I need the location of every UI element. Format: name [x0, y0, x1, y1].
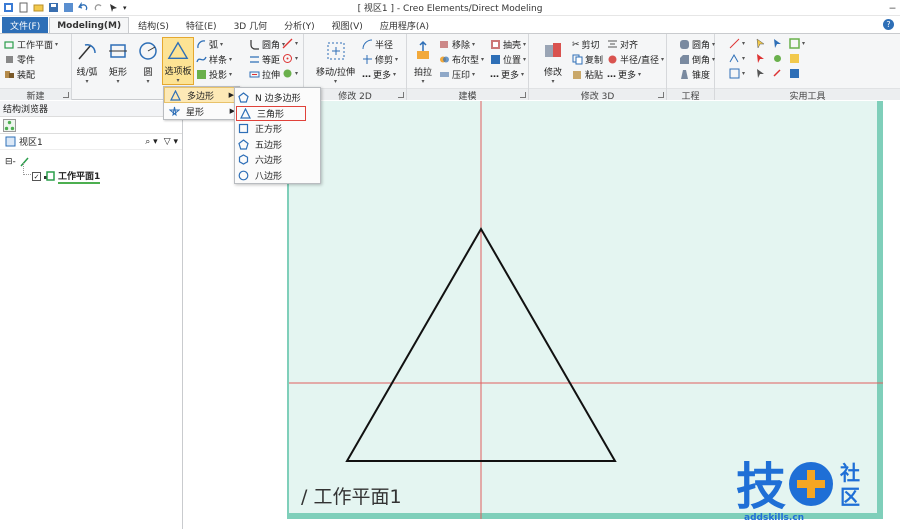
hexagon-icon [238, 154, 249, 165]
watermark-char-she: 社 [839, 461, 860, 485]
watermark-url: addskills.cn [744, 513, 805, 523]
square-icon [238, 124, 249, 134]
menu-item-square[interactable]: 正方形 [235, 121, 320, 137]
triangle-icon [170, 89, 181, 101]
menu-item-triangle[interactable]: 三角形 [236, 105, 306, 121]
option-board-menu: 多边形 ▶ 星形 ▶ [163, 86, 240, 120]
watermark-char-ji: 技 [736, 458, 786, 516]
star-icon [169, 106, 180, 116]
pentagon-icon [238, 92, 249, 103]
drawing-layer [289, 101, 883, 519]
watermark-char-qu: 区 [840, 485, 860, 509]
polygon-submenu: N 边多边形 三角形 正方形 五边形 六边形 八边形 [234, 87, 321, 184]
circle-icon [238, 170, 249, 181]
menu-item-hexagon[interactable]: 六边形 [235, 152, 320, 168]
menu-item-pentagon[interactable]: 五边形 [235, 137, 320, 153]
menu-item-star[interactable]: 星形 ▶ [164, 103, 239, 119]
plus-horizontal [797, 480, 825, 488]
workplane-label: / 工作平面1 [301, 486, 402, 508]
triangle-icon [240, 107, 251, 119]
pentagon-icon [238, 138, 249, 150]
menu-item-octagon[interactable]: 八边形 [235, 168, 320, 184]
menu-item-n-polygon[interactable]: N 边多边形 [235, 90, 320, 106]
menu-item-polygon[interactable]: 多边形 ▶ [164, 87, 239, 103]
